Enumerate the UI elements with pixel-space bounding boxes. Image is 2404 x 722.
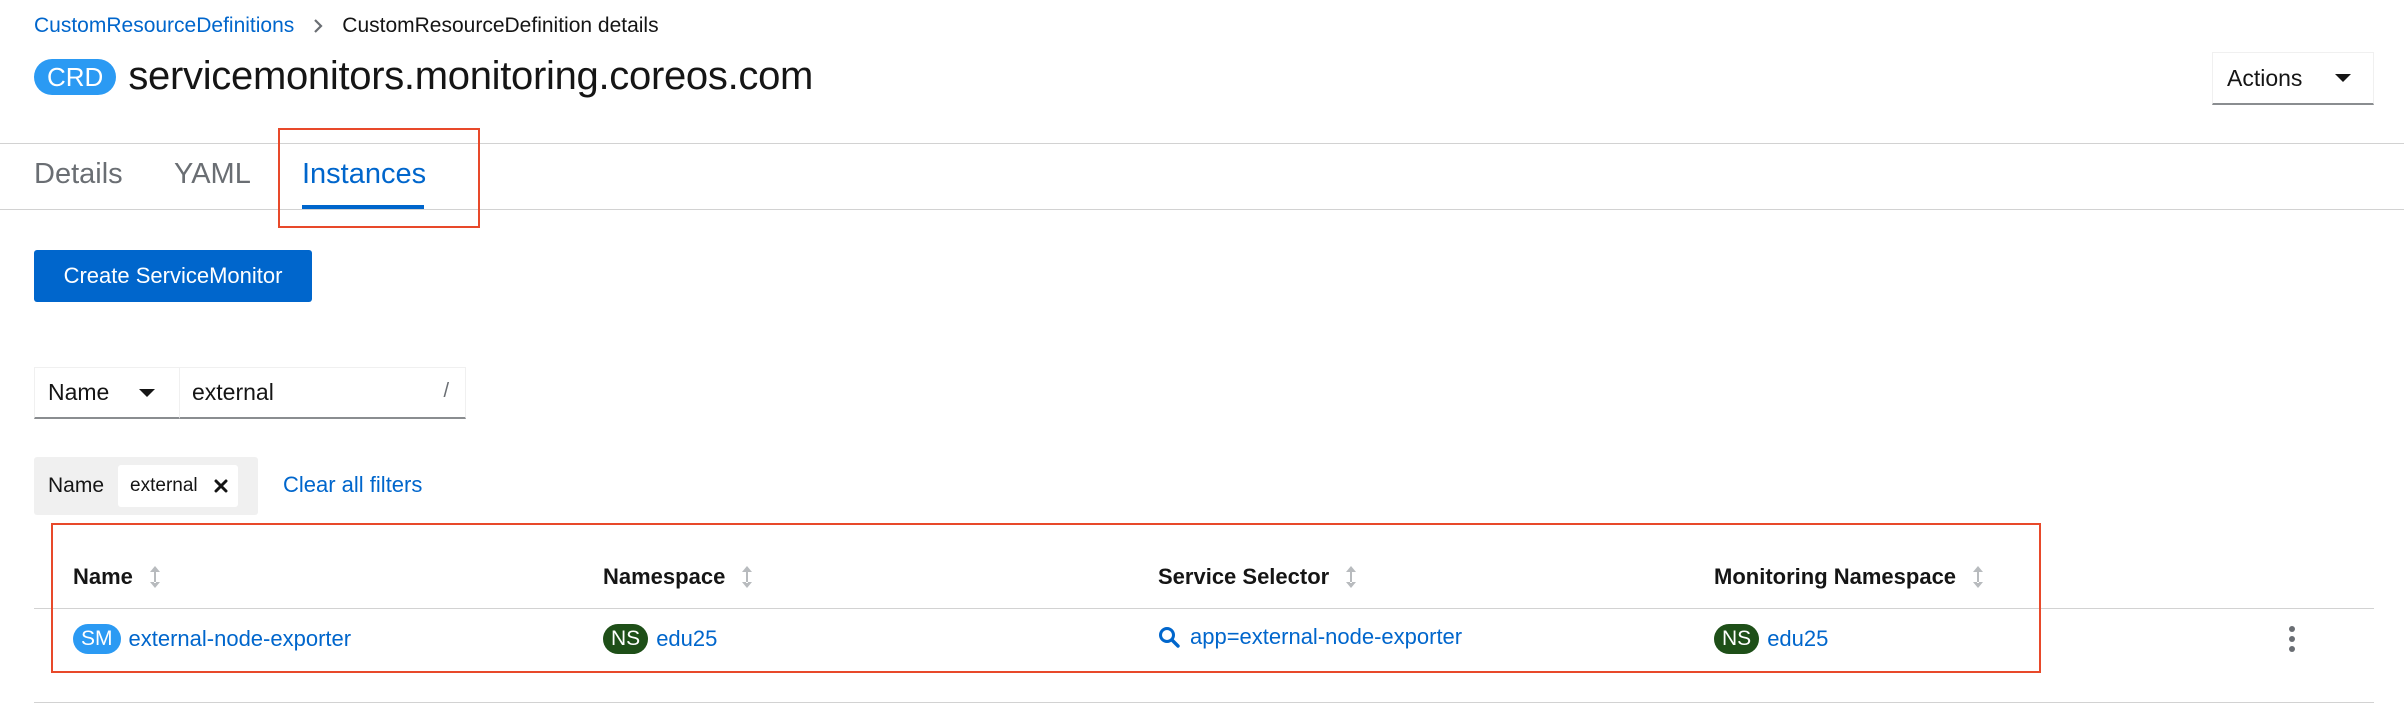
keyboard-shortcut-hint: / — [443, 380, 449, 402]
filter-input[interactable]: external / — [180, 367, 466, 419]
breadcrumb: CustomResourceDefinitions CustomResource… — [34, 14, 659, 38]
create-servicemonitor-button[interactable]: Create ServiceMonitor — [34, 250, 312, 302]
highlight-box-table — [51, 523, 2041, 673]
actions-dropdown[interactable]: Actions — [2212, 52, 2374, 105]
filter-type-select[interactable]: Name — [34, 367, 180, 419]
table-row-divider — [34, 702, 2374, 703]
filter-chip-value: external — [130, 475, 198, 496]
clear-all-filters-link[interactable]: Clear all filters — [283, 472, 422, 498]
filter-input-value: external — [192, 379, 274, 405]
filter-type-label: Name — [48, 379, 110, 405]
close-icon[interactable] — [214, 473, 228, 499]
actions-label: Actions — [2227, 64, 2303, 91]
breadcrumb-current: CustomResourceDefinition details — [342, 14, 659, 37]
tab-details[interactable]: Details — [34, 158, 123, 191]
filter-toolbar: Name external / — [34, 367, 466, 419]
highlight-box-instances-tab — [278, 128, 480, 228]
breadcrumb-link-crds[interactable]: CustomResourceDefinitions — [34, 14, 294, 38]
page-header: CRD servicemonitors.monitoring.coreos.co… — [34, 54, 813, 99]
kebab-dot — [2289, 636, 2295, 642]
filter-chip: external — [118, 465, 238, 507]
tab-yaml[interactable]: YAML — [174, 158, 251, 191]
page-title: servicemonitors.monitoring.coreos.com — [128, 54, 814, 98]
crd-badge: CRD — [34, 58, 117, 95]
kebab-icon[interactable] — [2284, 624, 2300, 654]
caret-down-icon — [139, 388, 156, 397]
kebab-dot — [2289, 626, 2295, 632]
chevron-right-icon — [312, 18, 324, 34]
filter-chip-group: Name external — [34, 457, 258, 515]
kebab-dot — [2289, 646, 2295, 652]
caret-down-icon — [2335, 74, 2351, 82]
chip-group-category: Name — [48, 474, 105, 497]
